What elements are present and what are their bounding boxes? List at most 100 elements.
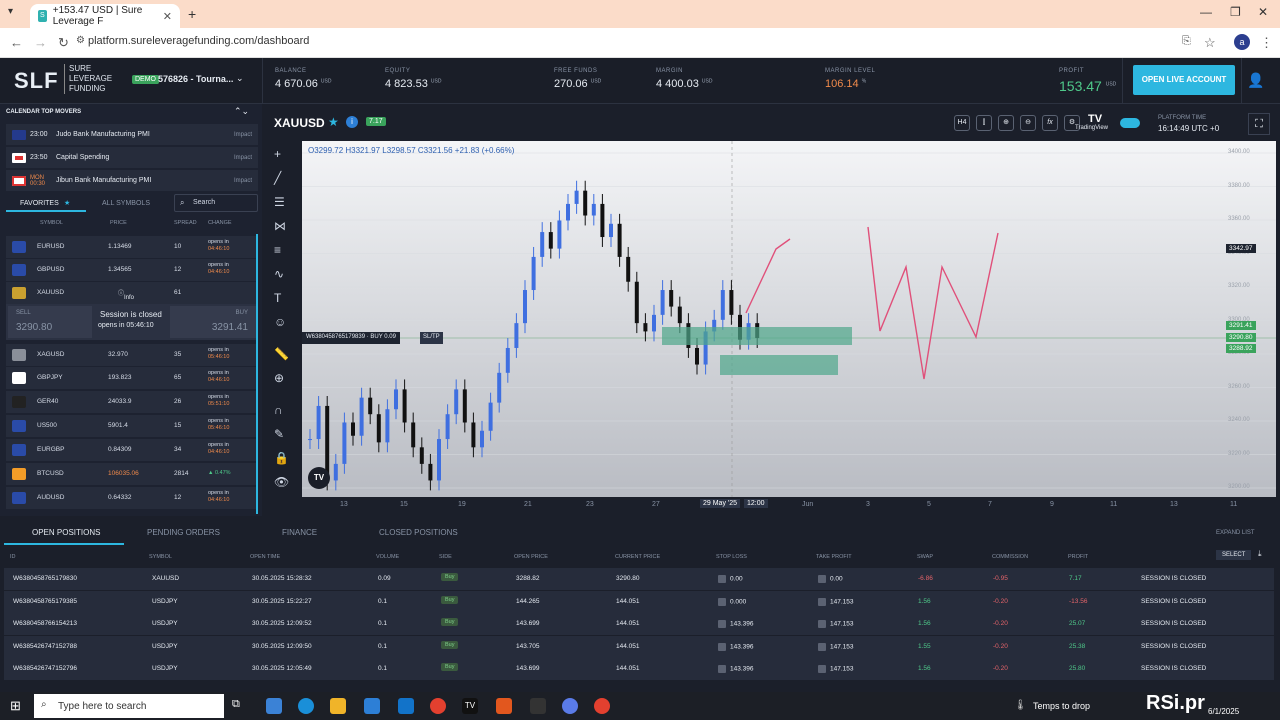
column-header[interactable]: SIDE [439,554,452,560]
url-field[interactable]: platform.sureleveragefunding.com/dashboa… [88,35,309,47]
pencil-lock-icon[interactable]: ✎ [274,427,284,441]
take-profit-field[interactable]: 147.153 [818,665,854,674]
stop-loss-field[interactable]: 0.000 [718,597,746,606]
chrome-active-icon[interactable] [594,698,610,714]
sell-button[interactable]: SELL 3290.80 [8,306,92,338]
tab-finance[interactable]: FINANCE [282,528,317,537]
calendar-event[interactable]: 23:00 Judo Bank Manufacturing PMI Impact [6,124,258,145]
file-explorer-icon[interactable] [330,698,346,714]
column-header[interactable]: PROFIT [1068,554,1088,560]
taskbar-search[interactable]: ⌕ Type here to search [34,694,224,718]
take-profit-field[interactable]: 147.153 [818,620,854,629]
symbol-row[interactable]: US500 5901.4 15 opens in 05:46:10 [6,415,258,437]
column-header[interactable]: COMMISSION [992,554,1028,560]
magnet-icon[interactable]: ∩ [274,403,283,417]
forward-icon[interactable]: → [34,35,47,50]
tradingview-badge-icon[interactable]: TV [308,467,330,489]
indicators-icon[interactable]: ⊕ [998,115,1014,131]
trendline-icon[interactable]: ╱ [274,171,281,185]
brave-icon[interactable] [496,698,512,714]
column-header[interactable]: VOLUME [376,554,399,560]
new-tab-icon[interactable]: + [188,6,196,22]
take-profit-field[interactable]: 147.153 [818,597,854,606]
tab-all-symbols[interactable]: ALL SYMBOLS [102,200,150,207]
copilot-icon[interactable] [266,698,282,714]
stop-loss-field[interactable]: 143.396 [718,665,754,674]
stop-loss-field[interactable]: 143.396 [718,620,754,629]
chevron-down-icon[interactable]: ⌄ [236,73,244,84]
position-row[interactable]: W638045876517938​5 USDJPY 30.05.2025 15:22… [4,590,1274,613]
chrome-profile-icon[interactable] [562,698,578,714]
column-header[interactable]: CURRENT PRICE [615,554,660,560]
minimize-icon[interactable]: — [1200,5,1212,19]
xau-info-button[interactable]: ⓘ Info [118,288,134,301]
download-icon[interactable]: ⤓ [1258,549,1262,559]
symbol-row[interactable]: GBPUSD 1.34565 12 opens in 04:46:10 [6,259,258,281]
symbol-row[interactable]: XAGUSD 32.970 35 opens in 05:46:10 [6,344,258,366]
pattern-icon[interactable]: ⋈ [274,219,286,233]
profile-avatar[interactable]: a [1234,34,1250,50]
chrome-icon[interactable] [430,698,446,714]
lock-icon[interactable]: 🔒 [274,451,289,465]
symbol-row[interactable]: EURGBP 0.84309 34 opens in 04:46:10 [6,439,258,461]
symbol-row[interactable]: AUDUSD 0.64332 12 opens in 04:46:10 [6,487,258,509]
fullscreen-icon[interactable]: ⛶ [1248,113,1270,135]
tradingview-app-icon[interactable]: TV [462,698,478,714]
tab-list-icon[interactable]: ▾ [8,6,13,17]
ruler-icon[interactable]: 📏 [274,347,289,361]
edge-icon[interactable] [298,698,314,714]
calendar-header[interactable]: CALENDAR TOP MOVERS [6,109,81,115]
terminal-icon[interactable] [530,698,546,714]
symbol-row[interactable]: EURUSD 1.13469 10 opens in 04:46:10 [6,236,258,258]
crosshair-icon[interactable]: + [274,147,281,161]
tab-pending-orders[interactable]: PENDING ORDERS [147,528,220,537]
symbol-search-input[interactable]: ⌕ Search [174,194,258,212]
price-chart[interactable]: O3299.72 H3321.97 L3298.57 C3321.56 +21.… [302,141,1276,497]
text-icon[interactable]: T [274,291,281,305]
expand-list-button[interactable]: EXPAND LIST [1216,530,1255,536]
column-header[interactable]: STOP LOSS [716,554,747,560]
tab-open-positions[interactable]: OPEN POSITIONS [32,528,100,537]
position-row[interactable]: W638542674715279​6 USDJPY 30.05.2025 12:05… [4,658,1274,681]
position-row[interactable]: W638045876615421​3 USDJPY 30.05.2025 12:09… [4,613,1274,636]
symbol-row[interactable]: XAUUSD 61 ⓘ Info [6,282,258,304]
maximize-icon[interactable]: ❐ [1230,5,1241,19]
zoom-icon[interactable]: ⊕ [274,371,284,385]
timeframe-button[interactable]: H4 [954,115,970,131]
account-selector[interactable]: 576826 - Tourna... [158,74,233,84]
column-header[interactable]: SYMBOL [149,554,172,560]
tab-favorites[interactable]: FAVORITES [20,200,59,207]
tab-closed-positions[interactable]: CLOSED POSITIONS [379,528,458,537]
weather-text[interactable]: Temps to drop [1033,701,1090,711]
sltp-button[interactable]: SL/TP [420,332,443,344]
favorite-star-icon[interactable]: ★ [328,115,339,129]
take-profit-field[interactable]: 0.00 [818,575,843,583]
position-row[interactable]: W638542674715278​8 USDJPY 30.05.2025 12:09… [4,635,1274,658]
close-window-icon[interactable]: ✕ [1258,5,1268,19]
emoji-icon[interactable]: ☺ [274,315,286,329]
open-live-account-button[interactable]: OPEN LIVE ACCOUNT [1133,65,1235,95]
column-header[interactable]: ID [10,554,16,560]
fib-icon[interactable]: ≡ [274,243,281,257]
column-header[interactable]: OPEN TIME [250,554,280,560]
symbol-row[interactable]: BTCUSD 106035.06 2814 ▲ 0.47% [6,463,258,485]
tradingview-toggle[interactable] [1120,118,1140,128]
fx-icon[interactable]: fx [1042,115,1058,131]
calendar-event[interactable]: 23:50 Capital Spending Impact [6,147,258,168]
calendar-event[interactable]: MON 00:30 Jibun Bank Manufacturing PMI I… [6,170,258,191]
back-icon[interactable]: ← [10,35,23,50]
browser-menu-icon[interactable]: ⋮ [1260,35,1273,51]
outlook-icon[interactable] [398,698,414,714]
compare-icon[interactable]: ⊖ [1020,115,1036,131]
symbol-row[interactable]: GER40 24033.9 26 opens in 05:51:10 [6,391,258,413]
info-icon[interactable]: i [346,116,358,128]
collapse-icon[interactable]: ⌃⌄ [234,106,249,117]
install-app-icon[interactable]: ⎘ [1182,35,1191,48]
column-header[interactable]: TAKE PROFIT [816,554,852,560]
candle-type-icon[interactable]: ⫿ [976,115,992,131]
windows-start-icon[interactable]: ⊞ [10,698,21,714]
stop-loss-field[interactable]: 0.00 [718,575,743,583]
task-view-icon[interactable]: ⧉ [232,698,248,714]
scrollbar[interactable] [256,234,258,514]
position-line-label[interactable]: W638045876517983​9 · BUY 0.09 [302,332,400,344]
